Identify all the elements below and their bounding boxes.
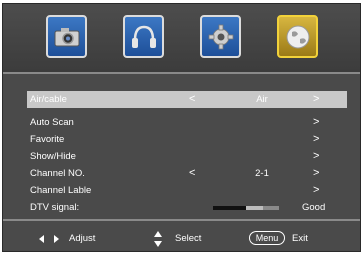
arrow-right-icon[interactable]: > xyxy=(313,91,319,108)
top-divider xyxy=(3,72,360,74)
show-hide-label: Show/Hide xyxy=(30,151,76,162)
menu-item-show-hide[interactable]: Show/Hide > xyxy=(27,148,347,165)
dtv-signal-label: DTV signal: xyxy=(30,202,80,213)
menu-item-channel-no[interactable]: Channel NO. < 2-1 > xyxy=(27,165,347,182)
exit-hint: Exit xyxy=(292,233,308,244)
arrow-left-icon[interactable]: < xyxy=(189,165,195,182)
menu-item-favorite[interactable]: Favorite > xyxy=(27,131,347,148)
signal-segment xyxy=(213,206,230,210)
headphones-icon xyxy=(131,25,156,48)
auto-scan-label: Auto Scan xyxy=(30,117,74,128)
bottom-divider xyxy=(3,219,360,221)
air-cable-value: Air xyxy=(256,94,268,105)
arrow-right-icon[interactable]: > xyxy=(313,114,319,131)
signal-segment xyxy=(262,206,279,210)
air-cable-label: Air/cable xyxy=(30,94,67,105)
tab-picture[interactable] xyxy=(46,15,87,58)
camera-icon xyxy=(54,27,79,46)
menu-tab-bar xyxy=(3,4,360,72)
signal-segment xyxy=(229,206,246,210)
channel-no-value: 2-1 xyxy=(255,168,269,179)
left-right-arrows-icon xyxy=(39,235,59,243)
channel-lable-label: Channel Lable xyxy=(30,185,92,196)
select-hint: Select xyxy=(175,233,202,244)
arrow-right-icon[interactable]: > xyxy=(313,182,319,199)
dtv-signal-status: Good xyxy=(302,202,326,213)
signal-strength-bar xyxy=(213,206,279,210)
tab-channel[interactable] xyxy=(277,15,318,58)
tab-setup[interactable] xyxy=(200,15,241,58)
key-hint-bar: Adjust Select Menu Exit xyxy=(3,224,360,252)
menu-key-icon: Menu xyxy=(249,231,285,245)
globe-icon xyxy=(286,25,309,48)
channel-no-label: Channel NO. xyxy=(30,168,85,179)
menu-item-channel-lable[interactable]: Channel Lable > xyxy=(27,182,347,199)
menu-item-air-cable[interactable]: Air/cable < Air > xyxy=(27,91,347,108)
osd-menu-panel: Air/cable < Air > Auto Scan > Favorite >… xyxy=(2,3,361,252)
arrow-right-icon[interactable]: > xyxy=(313,131,319,148)
tab-sound[interactable] xyxy=(123,15,164,58)
up-down-arrows-icon xyxy=(154,231,162,247)
menu-item-auto-scan[interactable]: Auto Scan > xyxy=(27,114,347,131)
menu-item-dtv-signal: DTV signal: Good xyxy=(27,199,347,216)
arrow-right-icon[interactable]: > xyxy=(313,148,319,165)
favorite-label: Favorite xyxy=(30,134,65,145)
signal-segment xyxy=(246,206,263,210)
arrow-right-icon[interactable]: > xyxy=(313,165,319,182)
adjust-hint: Adjust xyxy=(69,233,96,244)
gear-icon xyxy=(208,24,233,49)
arrow-left-icon[interactable]: < xyxy=(189,91,195,108)
